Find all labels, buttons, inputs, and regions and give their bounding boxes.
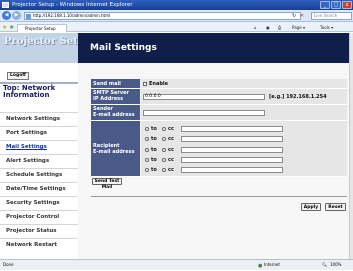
recipient-5-cc-radio[interactable]	[162, 168, 166, 172]
print-icon[interactable]: ⎙	[278, 24, 281, 31]
recipient-4-cc-radio[interactable]	[162, 158, 166, 162]
recipient-1-input[interactable]	[181, 126, 283, 132]
minimize-button[interactable]: _	[320, 1, 330, 9]
sidebar-item-datetime-settings[interactable]: Date/Time Settings	[0, 182, 78, 196]
recipient-5-to-radio[interactable]	[145, 168, 149, 172]
security-zone: Internet	[264, 262, 280, 267]
sidebar-item-projector-control[interactable]: Projector Control	[0, 210, 78, 224]
recipient-4-cc-label: cc	[168, 157, 174, 163]
recipient-3-to-radio[interactable]	[145, 148, 149, 152]
recipient-5-cc-label: cc	[168, 167, 174, 173]
status-text: Done	[3, 262, 14, 267]
recipient-4-input[interactable]	[181, 157, 283, 163]
recipient-2-to-label: to	[151, 136, 157, 142]
sidebar-item-network-settings[interactable]: Network Settings	[0, 112, 78, 126]
send-test-mail-button[interactable]: Send Test Mail	[92, 178, 122, 190]
smtp-label: SMTP Server IP Address	[91, 89, 140, 105]
tools-menu[interactable]: Tools ▾	[320, 24, 333, 31]
reset-button[interactable]: Reset	[325, 203, 346, 211]
page-menu[interactable]: Page ▾	[292, 24, 305, 31]
back-icon[interactable]: ◀	[2, 11, 11, 20]
tab-projector-setup[interactable]: Projector Setup	[17, 24, 67, 32]
sidebar-item-port-settings[interactable]: Port Settings	[0, 126, 78, 140]
enable-label: Enable	[149, 81, 169, 87]
sender-email-input[interactable]	[143, 110, 265, 116]
refresh-icon[interactable]: ↻	[292, 13, 296, 19]
favorites-star-icon[interactable]: ★	[2, 24, 7, 31]
recipient-5-input[interactable]	[181, 167, 283, 173]
tab-label: Projector Setup	[25, 26, 56, 31]
page-icon	[26, 14, 31, 19]
search-placeholder: Live Search	[314, 13, 338, 18]
sender-label: Sender E-mail address	[91, 105, 140, 121]
logoff-button[interactable]: Logoff	[7, 72, 29, 80]
window-titlebar: Projector Setup - Windows Internet Explo…	[0, 0, 353, 10]
apply-button[interactable]: Apply	[301, 203, 321, 211]
page-title: Mail Settings	[78, 33, 349, 63]
sidebar-item-alert-settings[interactable]: Alert Settings	[0, 154, 78, 168]
feeds-icon[interactable]: ▣	[266, 24, 270, 31]
search-input[interactable]: Live Search	[311, 12, 352, 20]
smtp-hint: [e.g.] 192.168.1.254	[269, 94, 327, 100]
recipient-3-input[interactable]	[181, 147, 283, 153]
recipient-2-cc-label: cc	[168, 136, 174, 142]
scrollbar[interactable]	[349, 33, 353, 259]
recipient-2-input[interactable]	[181, 136, 283, 142]
sidebar-item-network-restart[interactable]: Network Restart	[0, 238, 78, 252]
sidebar-item-security-settings[interactable]: Security Settings	[0, 196, 78, 210]
recipient-5-to-label: to	[151, 167, 157, 173]
address-text: http://192.168.1.10/admin/admin.html	[33, 13, 111, 18]
maximize-button[interactable]: □	[331, 1, 341, 9]
zoom-level[interactable]: 100%	[330, 260, 341, 270]
divider	[91, 196, 347, 197]
sidebar-item-mail-settings[interactable]: Mail Settings	[0, 140, 78, 154]
recipient-1-cc-radio[interactable]	[162, 127, 166, 131]
recipient-2-to-radio[interactable]	[145, 137, 149, 141]
send-mail-cell	[141, 79, 347, 89]
forward-icon[interactable]: ▶	[12, 11, 21, 20]
status-bar: Done ● Internet 🔍︎ 100%	[0, 259, 353, 270]
recipient-1-to-radio[interactable]	[145, 127, 149, 131]
ie-icon	[2, 2, 9, 8]
recipient-3-cc-radio[interactable]	[162, 148, 166, 152]
zoom-icon[interactable]: 🔍︎	[322, 260, 327, 270]
recipient-1-to-label: to	[151, 126, 157, 132]
recipient-4-to-label: to	[151, 157, 157, 163]
recipient-4-to-radio[interactable]	[145, 158, 149, 162]
add-favorite-icon[interactable]: ★	[9, 24, 14, 31]
send-mail-label: Send mail	[91, 79, 140, 89]
recipient-label: Recipient E-mail address	[91, 121, 140, 177]
home-icon[interactable]: ⌂	[254, 24, 257, 31]
smtp-ip-input[interactable]: 0.0.0.0	[143, 94, 265, 100]
window-title: Projector Setup - Windows Internet Explo…	[12, 2, 133, 8]
top-network-info-link[interactable]: Top: Network Information	[3, 85, 78, 99]
stop-icon[interactable]: ✕	[300, 13, 304, 19]
close-button[interactable]: x	[342, 1, 352, 9]
recipient-1-cc-label: cc	[168, 126, 174, 132]
address-bar[interactable]: http://192.168.1.10/admin/admin.html	[24, 12, 301, 20]
sidebar-item-projector-status[interactable]: Projector Status	[0, 224, 78, 238]
recipient-3-to-label: to	[151, 147, 157, 153]
recipient-3-cc-label: cc	[168, 147, 174, 153]
sidebar-item-schedule-settings[interactable]: Schedule Settings	[0, 168, 78, 182]
recipient-2-cc-radio[interactable]	[162, 137, 166, 141]
enable-checkbox[interactable]	[143, 82, 147, 86]
